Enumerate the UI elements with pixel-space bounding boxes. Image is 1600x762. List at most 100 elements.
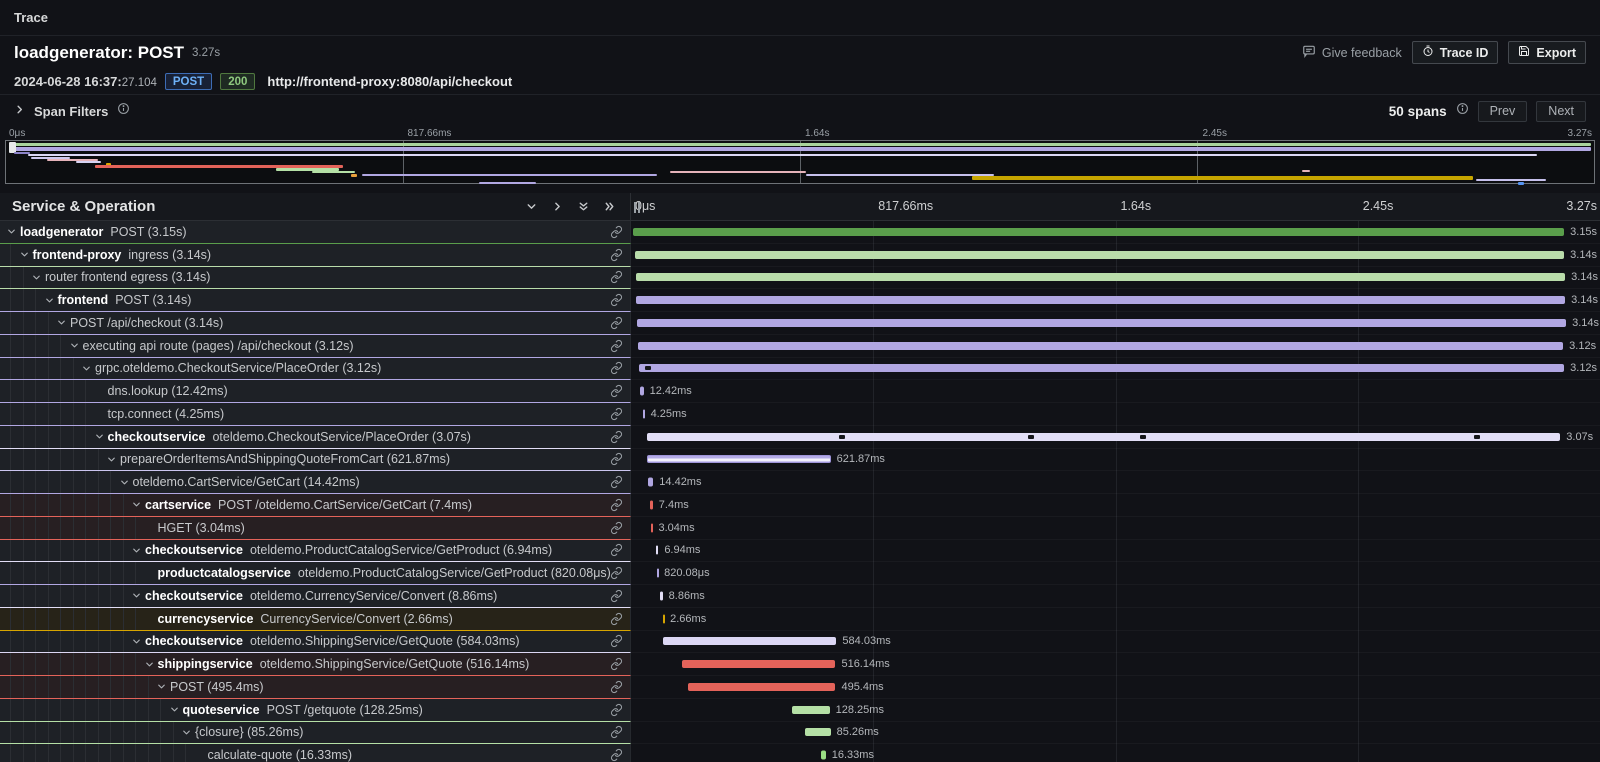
span-link-icon[interactable] xyxy=(610,225,623,238)
span-row-label[interactable]: router frontend egress (3.14s) xyxy=(0,267,631,290)
span-link-icon[interactable] xyxy=(610,339,623,352)
span-bar[interactable] xyxy=(647,433,1561,441)
collapse-one-icon[interactable] xyxy=(525,200,538,213)
span-bar[interactable] xyxy=(636,273,1565,281)
span-row-label[interactable]: dns.lookup (12.42ms) xyxy=(0,380,631,403)
export-button[interactable]: Export xyxy=(1508,41,1586,64)
span-row-timeline[interactable]: 621.87ms xyxy=(631,449,1600,472)
span-row-timeline[interactable]: 3.15s xyxy=(631,221,1600,244)
chevron-down-icon[interactable] xyxy=(31,272,45,283)
span-bar[interactable] xyxy=(635,251,1564,259)
span-link-icon[interactable] xyxy=(610,749,623,762)
chevron-down-icon[interactable] xyxy=(181,727,195,738)
span-row-timeline[interactable]: 3.14s xyxy=(631,244,1600,267)
span-row-timeline[interactable]: 12.42ms xyxy=(631,380,1600,403)
span-link-icon[interactable] xyxy=(610,658,623,671)
trace-id-button[interactable]: Trace ID xyxy=(1412,41,1499,64)
chevron-down-icon[interactable] xyxy=(106,454,120,465)
span-bar[interactable] xyxy=(656,546,658,555)
chevron-down-icon[interactable] xyxy=(144,659,158,670)
span-link-icon[interactable] xyxy=(610,680,623,693)
span-row-timeline[interactable]: 3.12s xyxy=(631,335,1600,358)
span-bar[interactable] xyxy=(657,569,659,578)
span-row-label[interactable]: HGET (3.04ms) xyxy=(0,517,631,540)
span-bar[interactable] xyxy=(821,751,826,760)
span-row-timeline[interactable]: 2.66ms xyxy=(631,608,1600,631)
span-row-timeline[interactable]: 7.4ms xyxy=(631,494,1600,517)
span-bar[interactable] xyxy=(663,614,665,623)
span-link-icon[interactable] xyxy=(610,430,623,443)
span-link-icon[interactable] xyxy=(610,385,623,398)
span-row-label[interactable]: prepareOrderItemsAndShippingQuoteFromCar… xyxy=(0,449,631,472)
span-bar[interactable] xyxy=(660,591,663,600)
span-row-label[interactable]: frontend-proxyingress (3.14s) xyxy=(0,244,631,267)
give-feedback-link[interactable]: Give feedback xyxy=(1302,44,1402,61)
chevron-down-icon[interactable] xyxy=(19,249,33,260)
span-bar[interactable] xyxy=(663,637,836,645)
span-bar[interactable] xyxy=(650,500,652,509)
span-bar[interactable] xyxy=(633,228,1564,236)
span-filters-toggle[interactable]: Span Filters xyxy=(14,102,130,120)
span-row-label[interactable]: grpc.oteldemo.CheckoutService/PlaceOrder… xyxy=(0,358,631,381)
span-row-label[interactable]: tcp.connect (4.25ms) xyxy=(0,403,631,426)
trace-minimap[interactable] xyxy=(5,140,1595,184)
chevron-down-icon[interactable] xyxy=(81,363,95,374)
span-link-icon[interactable] xyxy=(610,453,623,466)
chevron-down-icon[interactable] xyxy=(131,499,145,510)
chevron-down-icon[interactable] xyxy=(44,295,58,306)
next-button[interactable]: Next xyxy=(1536,101,1586,122)
expand-one-icon[interactable] xyxy=(551,200,564,213)
span-row-timeline[interactable]: 6.94ms xyxy=(631,540,1600,563)
span-link-icon[interactable] xyxy=(610,271,623,284)
chevron-down-icon[interactable] xyxy=(131,590,145,601)
span-row-timeline[interactable]: 3.12s xyxy=(631,358,1600,381)
span-row-timeline[interactable]: 8.86ms xyxy=(631,585,1600,608)
span-link-icon[interactable] xyxy=(610,567,623,580)
span-link-icon[interactable] xyxy=(610,316,623,329)
span-link-icon[interactable] xyxy=(610,294,623,307)
span-row-label[interactable]: shippingserviceoteldemo.ShippingService/… xyxy=(0,653,631,676)
span-row-timeline[interactable]: 128.25ms xyxy=(631,699,1600,722)
span-link-icon[interactable] xyxy=(610,521,623,534)
chevron-down-icon[interactable] xyxy=(69,340,83,351)
span-row-label[interactable]: oteldemo.CartService/GetCart (14.42ms) xyxy=(0,471,631,494)
span-bar[interactable] xyxy=(648,478,653,487)
span-row-label[interactable]: quoteservicePOST /getquote (128.25ms) xyxy=(0,699,631,722)
span-row-label[interactable]: loadgeneratorPOST (3.15s) xyxy=(0,221,631,244)
span-link-icon[interactable] xyxy=(610,589,623,602)
span-row-timeline[interactable]: 85.26ms xyxy=(631,722,1600,745)
prev-button[interactable]: Prev xyxy=(1478,101,1528,122)
span-row-timeline[interactable]: 3.14s xyxy=(631,267,1600,290)
span-row-timeline[interactable]: 16.33ms xyxy=(631,744,1600,762)
span-link-icon[interactable] xyxy=(610,362,623,375)
span-link-icon[interactable] xyxy=(610,726,623,739)
span-row-label[interactable]: POST (495.4ms) xyxy=(0,676,631,699)
span-link-icon[interactable] xyxy=(610,544,623,557)
span-bar[interactable] xyxy=(682,660,835,668)
span-row-label[interactable]: currencyserviceCurrencyService/Convert (… xyxy=(0,608,631,631)
chevron-down-icon[interactable] xyxy=(131,636,145,647)
span-row-label[interactable]: frontendPOST (3.14s) xyxy=(0,289,631,312)
span-bar[interactable] xyxy=(651,523,653,532)
chevron-down-icon[interactable] xyxy=(119,477,133,488)
span-bar[interactable] xyxy=(640,387,644,396)
span-bar[interactable] xyxy=(636,296,1565,304)
chevron-down-icon[interactable] xyxy=(169,704,183,715)
chevron-down-icon[interactable] xyxy=(94,431,108,442)
chevron-down-icon[interactable] xyxy=(6,226,20,237)
span-bar[interactable] xyxy=(639,364,1564,372)
span-bar[interactable] xyxy=(637,319,1566,327)
span-row-label[interactable]: productcatalogserviceoteldemo.ProductCat… xyxy=(0,562,631,585)
span-row-label[interactable]: checkoutserviceoteldemo.CheckoutService/… xyxy=(0,426,631,449)
span-row-timeline[interactable]: 516.14ms xyxy=(631,653,1600,676)
span-row-label[interactable]: checkoutserviceoteldemo.ProductCatalogSe… xyxy=(0,540,631,563)
span-row-timeline[interactable]: 584.03ms xyxy=(631,631,1600,654)
span-row-label[interactable]: calculate-quote (16.33ms) xyxy=(0,744,631,762)
chevron-down-icon[interactable] xyxy=(156,681,170,692)
span-row-label[interactable]: executing api route (pages) /api/checkou… xyxy=(0,335,631,358)
span-row-timeline[interactable]: 4.25ms xyxy=(631,403,1600,426)
span-row-timeline[interactable]: 14.42ms xyxy=(631,471,1600,494)
span-bar[interactable] xyxy=(792,706,830,714)
span-bar[interactable] xyxy=(805,728,830,736)
chevron-down-icon[interactable] xyxy=(56,317,70,328)
